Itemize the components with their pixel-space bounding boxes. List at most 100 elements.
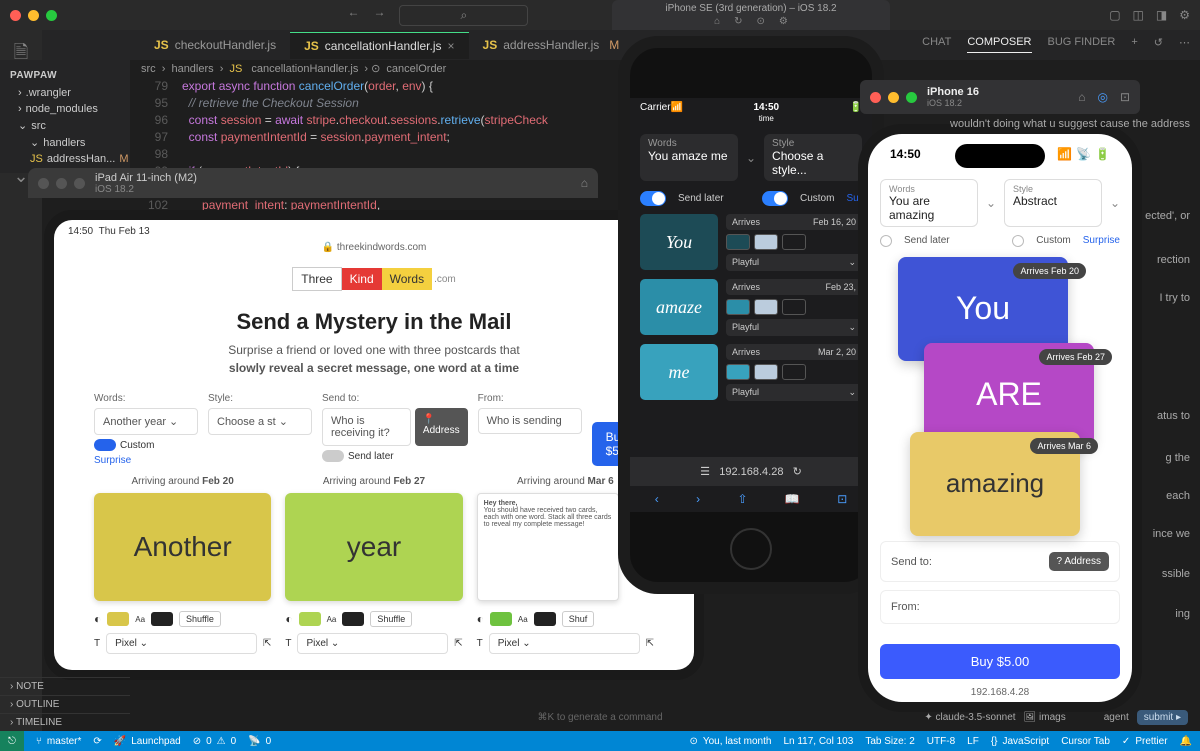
- se-card-2: amaze: [640, 279, 718, 335]
- site-logo[interactable]: Three Kind Words .com: [292, 267, 456, 291]
- tab-size[interactable]: Tab Size: 2: [865, 736, 914, 747]
- close-icon[interactable]: ×: [448, 39, 455, 53]
- chat-text: wouldn't doing what u suggest cause the …: [950, 118, 1190, 130]
- style-field[interactable]: StyleAbstract: [1004, 179, 1102, 227]
- layout-icon[interactable]: ▢: [1109, 8, 1120, 22]
- target-icon[interactable]: ◎: [1097, 90, 1107, 104]
- cursor-tab[interactable]: Cursor Tab: [1061, 736, 1110, 747]
- sendlater-radio[interactable]: [880, 235, 892, 247]
- home-button[interactable]: [730, 528, 772, 570]
- sidebar-icon[interactable]: ◨: [1156, 8, 1167, 22]
- panel-icon[interactable]: ◫: [1133, 8, 1144, 22]
- sync-button[interactable]: ⟳: [93, 736, 101, 747]
- screenshot-icon[interactable]: ⊡: [1120, 90, 1130, 104]
- buy-button[interactable]: Buy $5.00: [880, 644, 1120, 679]
- command-hint: ⌘K to generate a command: [537, 712, 662, 723]
- bell-icon[interactable]: 🔔: [1180, 736, 1192, 747]
- folder-wrangler[interactable]: › .wrangler: [0, 85, 130, 101]
- folder-node-modules[interactable]: › node_modules: [0, 101, 130, 117]
- cursor-position[interactable]: Ln 117, Col 103: [783, 736, 853, 747]
- sendlater-toggle[interactable]: [640, 191, 666, 206]
- home-icon[interactable]: ⌂: [1078, 90, 1085, 104]
- address-bar[interactable]: ☰ 192.168.4.28 ↻: [630, 457, 872, 486]
- back-icon[interactable]: ←: [347, 5, 359, 26]
- more-icon[interactable]: ⋯: [1179, 36, 1190, 53]
- iphone-se-device: Carrier 📶14:50time🔋 WordsYou amaze me ⌄ …: [618, 36, 884, 594]
- radio[interactable]: 📡 0: [248, 736, 271, 747]
- from-row[interactable]: From:: [880, 590, 1120, 624]
- tab-cancellation[interactable]: JScancellationHandler.js×: [290, 32, 468, 59]
- recipient-input[interactable]: Who is receiving it?: [322, 408, 411, 446]
- remote-indicator[interactable]: ⎋: [0, 731, 24, 751]
- panel-outline[interactable]: › OUTLINE: [0, 695, 130, 713]
- titlebar-nav[interactable]: ← → ⌕: [347, 5, 528, 26]
- git-branch[interactable]: ⑂ master*: [36, 736, 81, 747]
- forward-icon[interactable]: →: [373, 5, 385, 26]
- style-select[interactable]: Choose a st ⌄: [208, 408, 312, 435]
- folder-src[interactable]: ⌄ src: [0, 117, 130, 134]
- page-title: Send a Mystery in the Mail: [94, 309, 654, 335]
- history-icon[interactable]: ↺: [1154, 36, 1163, 53]
- url-display: 192.168.4.28: [868, 683, 1132, 702]
- iphone-se-titlebar[interactable]: iPhone SE (3rd generation) – iOS 18.2 ⌂ …: [612, 0, 890, 30]
- style-field[interactable]: StyleChoose a style...: [764, 134, 862, 181]
- words-field[interactable]: WordsYou amaze me: [640, 134, 738, 181]
- rotate-icon[interactable]: ↻: [734, 16, 742, 27]
- postcard-3-letter: Hey there, You should have received two …: [477, 493, 619, 601]
- panel-note[interactable]: › NOTE: [0, 677, 130, 695]
- prettier-status[interactable]: ✓ Prettier: [1122, 736, 1168, 747]
- plus-icon[interactable]: +: [1131, 36, 1137, 53]
- safari-toolbar[interactable]: ‹›⇧📖⊡: [630, 486, 872, 512]
- sendto-row[interactable]: Send to:? Address: [880, 541, 1120, 582]
- words-field[interactable]: WordsYou are amazing: [880, 179, 978, 227]
- search-pill[interactable]: ⌕: [399, 5, 528, 26]
- folder-handlers[interactable]: ⌄ handlers: [0, 134, 130, 151]
- eol[interactable]: LF: [967, 736, 979, 747]
- screenshot-icon[interactable]: ⊙: [757, 16, 765, 27]
- panel-timeline[interactable]: › TIMELINE: [0, 713, 130, 731]
- record-icon[interactable]: ⚙: [779, 16, 788, 27]
- settings-icon[interactable]: ⚙: [1179, 8, 1190, 22]
- ipad-simulator-titlebar[interactable]: iPad Air 11-inch (M2) iOS 18.2 ⌂: [28, 168, 598, 198]
- address-button[interactable]: 📍 Address: [415, 408, 468, 446]
- chat-footer[interactable]: ✦ claude-3.5-sonnet 🖼 imags agent submit…: [924, 710, 1188, 725]
- shuffle-button[interactable]: Shuffle: [179, 611, 221, 627]
- launchpad[interactable]: 🚀 Launchpad: [114, 736, 181, 747]
- font-select[interactable]: Pixel ⌄: [106, 633, 257, 654]
- home-icon[interactable]: ⌂: [714, 16, 720, 27]
- titlebar-right-icons[interactable]: ▢ ◫ ◨ ⚙: [1109, 8, 1190, 22]
- style-select[interactable]: Playful⌄: [726, 254, 862, 271]
- file-address-handler[interactable]: JS addressHan...M: [0, 151, 130, 167]
- iphone16-device: 14:50📶📡🔋 WordsYou are amazing ⌄ StyleAbs…: [858, 124, 1142, 712]
- tab-composer[interactable]: COMPOSER: [967, 36, 1031, 53]
- tab-bugfinder[interactable]: BUG FINDER: [1048, 36, 1116, 53]
- iphone-se-screen[interactable]: Carrier 📶14:50time🔋 WordsYou amaze me ⌄ …: [630, 98, 872, 512]
- tab-address[interactable]: JSaddressHandler.jsM: [469, 32, 634, 58]
- encoding[interactable]: UTF-8: [927, 736, 955, 747]
- statusbar[interactable]: ⎋ ⑂ master* ⟳ 🚀 Launchpad ⊘ 0 ⚠ 0 📡 0 ⊙ …: [0, 731, 1200, 751]
- submit-button[interactable]: submit ▸: [1137, 710, 1188, 725]
- ipad-screen[interactable]: 14:50 Thu Feb 13 📶🔋 🔒 threekindwords.com…: [54, 220, 694, 670]
- address-button[interactable]: ? Address: [1049, 552, 1109, 571]
- custom-toggle[interactable]: [762, 191, 788, 206]
- git-blame[interactable]: ⊙ You, last month: [689, 736, 771, 747]
- breadcrumb[interactable]: src › handlers › JS cancellationHandler.…: [138, 62, 449, 75]
- assistant-tabs[interactable]: CHAT COMPOSER BUG FINDER + ↺ ⋯: [922, 36, 1190, 53]
- home-icon[interactable]: ⌂: [581, 176, 588, 190]
- iphone16-screen[interactable]: 14:50📶📡🔋 WordsYou are amazing ⌄ StyleAbs…: [868, 134, 1132, 702]
- problems[interactable]: ⊘ 0 ⚠ 0: [193, 736, 236, 747]
- postcard-1: Another: [94, 493, 271, 601]
- words-select[interactable]: Another year ⌄: [94, 408, 198, 435]
- explorer-bottom-panels[interactable]: › NOTE › OUTLINE › TIMELINE: [0, 677, 130, 731]
- language-mode[interactable]: {} JavaScript: [991, 736, 1049, 747]
- tab-chat[interactable]: CHAT: [922, 36, 951, 53]
- custom-radio[interactable]: [1012, 235, 1024, 247]
- from-input[interactable]: Who is sending: [478, 408, 582, 434]
- chevron-down-icon[interactable]: ⌄: [746, 151, 756, 165]
- surprise-link[interactable]: Surprise: [1083, 235, 1120, 246]
- macos-traffic-lights[interactable]: [10, 10, 57, 21]
- iphone16-titlebar[interactable]: iPhone 16 iOS 18.2 ⌂ ◎ ⊡: [860, 80, 1140, 114]
- url-bar[interactable]: 🔒 threekindwords.com: [54, 242, 694, 253]
- surprise-link[interactable]: Surprise: [94, 455, 131, 466]
- tab-checkout[interactable]: JScheckoutHandler.js: [140, 32, 290, 58]
